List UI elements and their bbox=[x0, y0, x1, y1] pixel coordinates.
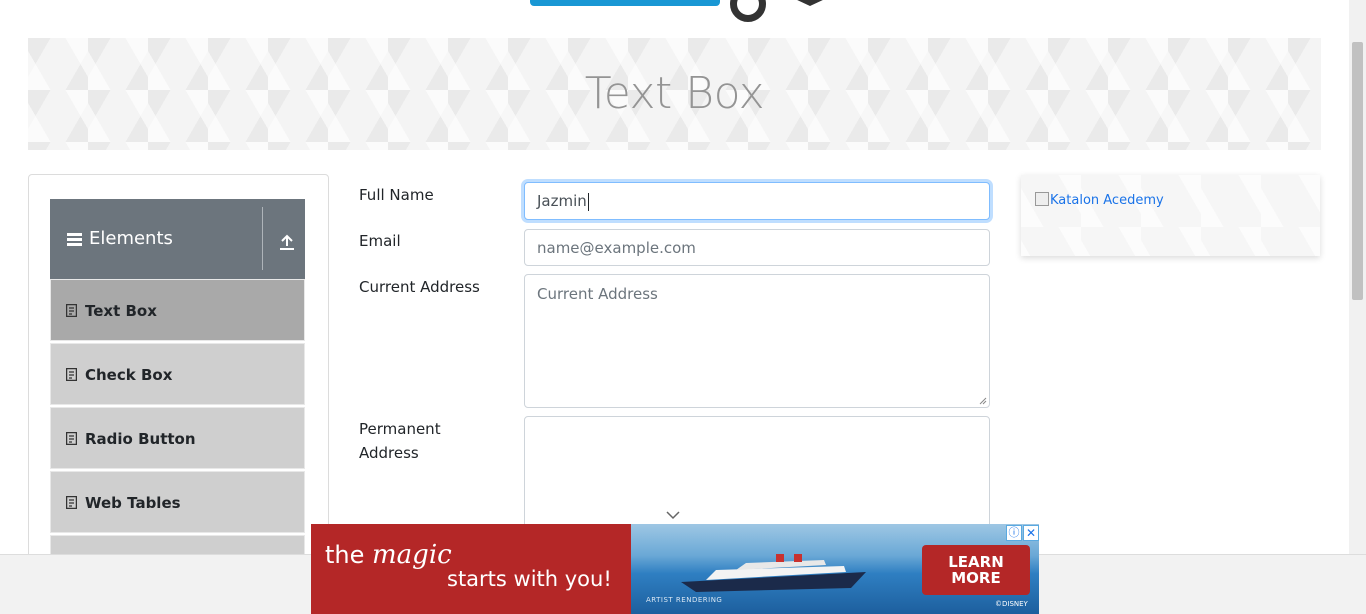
learn-more-button[interactable]: LEARN MORE bbox=[922, 545, 1030, 595]
document-icon bbox=[66, 432, 77, 445]
page-banner: Text Box bbox=[28, 38, 1321, 150]
close-icon[interactable]: ✕ bbox=[1023, 525, 1039, 541]
document-icon bbox=[66, 368, 77, 381]
permanent-address-label: Permanent Address bbox=[359, 417, 441, 465]
resize-grip-icon[interactable] bbox=[979, 397, 987, 405]
logo-triangle-shape bbox=[780, 0, 840, 6]
permanent-address-label-line1: Permanent bbox=[359, 420, 441, 438]
ad-headline-line2: starts with you! bbox=[447, 567, 612, 591]
page-scrollbar-thumb[interactable] bbox=[1352, 42, 1363, 300]
current-address-textarea[interactable]: Current Address bbox=[524, 274, 990, 408]
chevron-down-icon[interactable] bbox=[665, 510, 681, 520]
ad-fine-print: ARTIST RENDERING bbox=[646, 596, 723, 604]
side-ad-alt-text: Katalon Acedemy bbox=[1050, 193, 1164, 208]
sidebar-item-radio-button[interactable]: Radio Button bbox=[50, 407, 305, 469]
menu-icon bbox=[67, 233, 82, 246]
sidebar-item-label: Radio Button bbox=[85, 430, 196, 448]
logo-gear-icon bbox=[730, 0, 766, 22]
header-divider bbox=[262, 207, 263, 270]
bottom-ad-banner[interactable]: the magic starts with you! ARTIST RENDER… bbox=[311, 524, 1039, 614]
side-ad-image-link[interactable]: Katalon Acedemy bbox=[1035, 192, 1164, 208]
sidebar-item-check-box[interactable]: Check Box bbox=[50, 343, 305, 405]
sidebar-item-label: Check Box bbox=[85, 366, 173, 384]
current-address-label: Current Address bbox=[359, 278, 480, 296]
email-input[interactable]: name@example.com bbox=[524, 229, 990, 266]
logo-text-shape bbox=[530, 0, 720, 6]
email-label: Email bbox=[359, 232, 401, 250]
cta-line2: MORE bbox=[951, 569, 1001, 587]
sidebar-group-header[interactable]: Elements bbox=[50, 199, 305, 279]
ad-headline-prefix: the bbox=[325, 541, 365, 569]
sidebar-item-label: Text Box bbox=[85, 302, 157, 320]
page-title: Text Box bbox=[584, 68, 765, 119]
ad-text-panel: the magic starts with you! bbox=[311, 524, 631, 614]
broken-image-icon bbox=[1035, 192, 1049, 206]
side-ad-box[interactable]: Katalon Acedemy bbox=[1021, 175, 1320, 256]
text-caret bbox=[587, 192, 589, 211]
full-name-label: Full Name bbox=[359, 186, 434, 204]
document-icon bbox=[66, 496, 77, 509]
cta-line1: LEARN bbox=[948, 553, 1004, 571]
email-placeholder: name@example.com bbox=[537, 239, 696, 257]
collapse-up-icon[interactable] bbox=[278, 233, 296, 251]
full-name-input[interactable]: Jazmin bbox=[524, 182, 990, 220]
sidebar-item-web-tables[interactable]: Web Tables bbox=[50, 471, 305, 533]
permanent-address-label-line2: Address bbox=[359, 444, 419, 462]
page: Text Box Elements Text Box Check Box Rad… bbox=[0, 0, 1366, 614]
sidebar-group-title: Elements bbox=[89, 228, 173, 249]
ad-brand-mark: ©DISNEY bbox=[995, 600, 1028, 608]
document-icon bbox=[66, 304, 77, 317]
full-name-value: Jazmin bbox=[537, 192, 587, 210]
sidebar-item-text-box[interactable]: Text Box bbox=[50, 279, 305, 341]
adchoices-icon[interactable]: ⓘ bbox=[1006, 525, 1022, 541]
ad-headline-script: magic bbox=[372, 540, 452, 570]
cruise-ship-icon bbox=[681, 554, 866, 592]
current-address-placeholder: Current Address bbox=[537, 285, 658, 303]
sidebar-item-label: Web Tables bbox=[85, 494, 181, 512]
site-logo[interactable] bbox=[520, 0, 840, 30]
ad-headline-line1: the magic bbox=[325, 540, 452, 570]
